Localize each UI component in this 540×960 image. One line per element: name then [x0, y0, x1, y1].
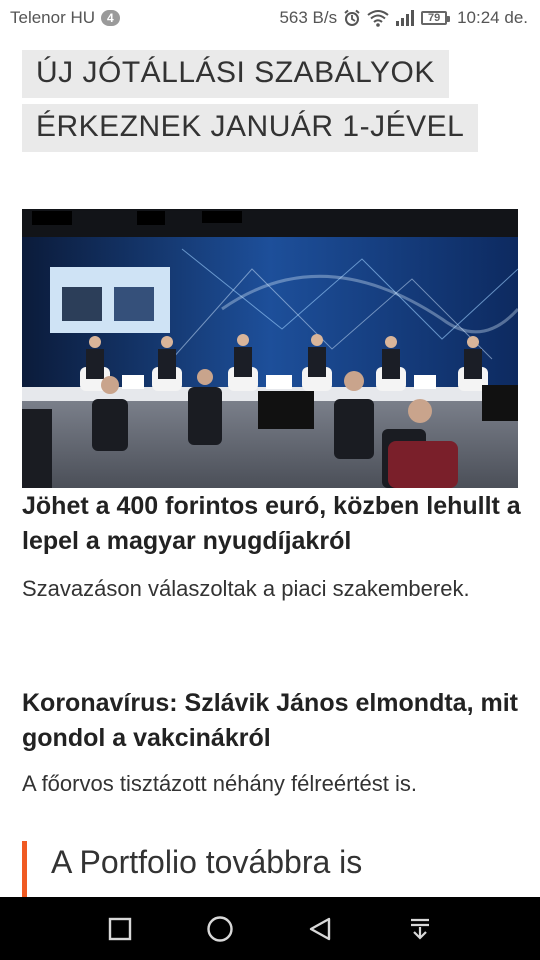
headline-line-1: ÚJ JÓTÁLLÁSI SZABÁLYOK	[22, 50, 449, 98]
status-bar: Telenor HU 4 563 B/s 79 10:24 de.	[0, 0, 540, 36]
wifi-icon	[367, 9, 389, 27]
circle-icon[interactable]	[200, 909, 240, 949]
clock: 10:24 de.	[457, 8, 528, 27]
pull-down-icon[interactable]	[400, 909, 440, 949]
battery-icon: 79	[421, 11, 451, 25]
portfolio-more-section[interactable]: A Portfolio továbbra is	[22, 841, 532, 897]
carrier-name: Telenor HU	[10, 8, 96, 27]
headline-line-2: ÉRKEZNEK JANUÁR 1-JÉVEL	[22, 104, 479, 152]
notification-count-badge: 4	[101, 10, 120, 26]
network-speed: 563 B/s	[279, 8, 338, 27]
status-left: Telenor HU 4	[0, 8, 120, 28]
alarm-icon	[343, 9, 361, 27]
article-2-lead[interactable]: A főorvos tisztázott néhány félreértést …	[22, 766, 532, 802]
triangle-back-icon[interactable]	[300, 909, 340, 949]
more-text: A Portfolio továbbra is	[51, 844, 363, 880]
status-right: 563 B/s 79 10:24 de.	[279, 8, 540, 28]
article-1-lead[interactable]: Szavazáson válaszoltak a piaci szakember…	[22, 568, 522, 609]
square-icon[interactable]	[100, 909, 140, 949]
signal-icon	[395, 10, 415, 26]
navigation-bar	[0, 897, 540, 960]
article-2-title[interactable]: Koronavírus: Szlávik János elmondta, mit…	[22, 686, 522, 756]
promo-headline[interactable]: ÚJ JÓTÁLLÁSI SZABÁLYOK ÉRKEZNEK JANUÁR 1…	[22, 50, 479, 158]
article-1-title[interactable]: Jöhet a 400 forintos euró, közben lehull…	[22, 489, 522, 559]
article-image[interactable]	[22, 209, 518, 488]
